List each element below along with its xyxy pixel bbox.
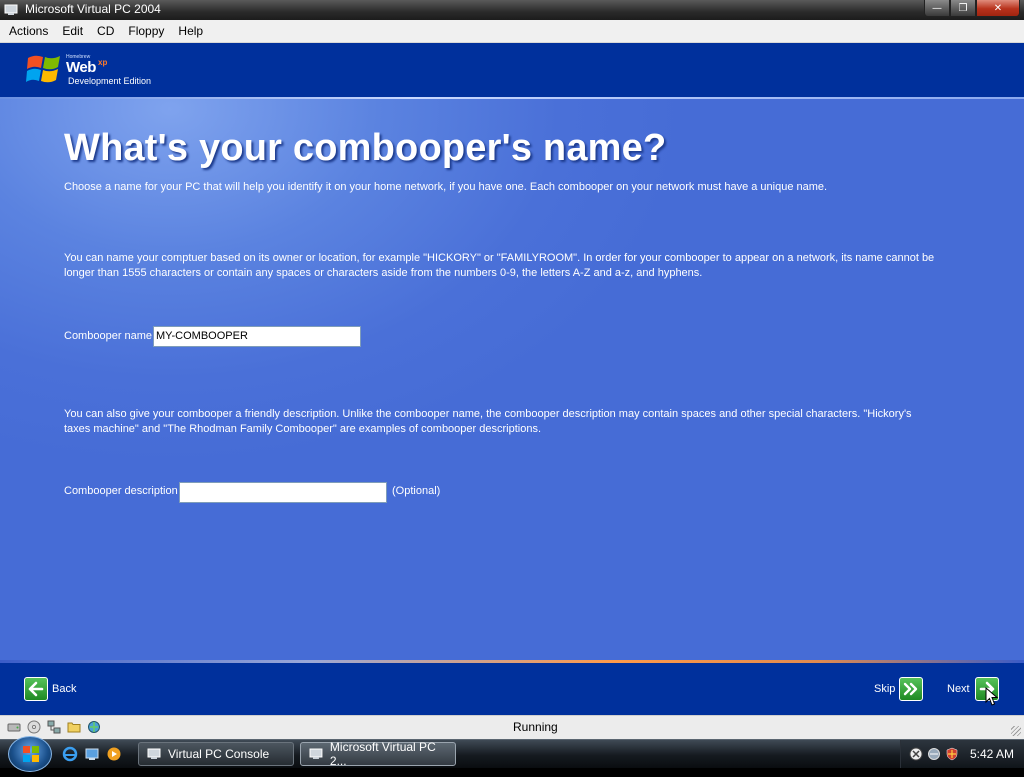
setup-content: What's your combooper's name? Choose a n… bbox=[0, 99, 1024, 660]
status-bar: Running bbox=[0, 715, 1024, 739]
security-shield-icon[interactable] bbox=[945, 747, 959, 761]
intro-paragraph: Choose a name for your PC that will help… bbox=[64, 181, 828, 193]
menu-edit[interactable]: Edit bbox=[55, 24, 90, 38]
naming-rules-paragraph: You can name your comptuer based on its … bbox=[64, 252, 935, 279]
network-icon[interactable] bbox=[46, 719, 62, 735]
logo-edition-text: Development Edition bbox=[68, 76, 152, 86]
network-tray-icon[interactable] bbox=[927, 747, 941, 761]
maximize-button[interactable]: ❐ bbox=[950, 0, 976, 17]
task-label: Virtual PC Console bbox=[168, 747, 270, 761]
media-player-icon[interactable] bbox=[106, 746, 122, 762]
windows-flag-icon bbox=[26, 55, 60, 83]
menu-help[interactable]: Help bbox=[171, 24, 210, 38]
menu-cd[interactable]: CD bbox=[90, 24, 121, 38]
menu-actions[interactable]: Actions bbox=[2, 24, 55, 38]
combooper-description-input[interactable] bbox=[179, 482, 387, 503]
virtual-pc-tray-icon[interactable] bbox=[909, 747, 923, 761]
combooper-name-input[interactable]: MY-COMBOOPER bbox=[153, 326, 361, 347]
skip-label[interactable]: Skip bbox=[874, 683, 895, 695]
resize-grip[interactable] bbox=[1011, 726, 1021, 736]
optional-note: (Optional) bbox=[392, 485, 441, 497]
setup-header: Homebrew Web xp Development Edition bbox=[0, 43, 1024, 97]
name-label: Combooper name bbox=[64, 330, 153, 342]
clock[interactable]: 5:42 AM bbox=[970, 747, 1014, 761]
description-paragraph: You can also give your combooper a frien… bbox=[64, 408, 912, 435]
cd-icon[interactable] bbox=[26, 719, 42, 735]
menu-bar: Actions Edit CD Floppy Help bbox=[0, 20, 1024, 43]
skip-arrows-icon bbox=[903, 682, 918, 696]
internet-explorer-icon[interactable] bbox=[62, 746, 78, 762]
virtual-pc-console-icon bbox=[147, 748, 161, 759]
logo-xp-text: xp bbox=[98, 58, 108, 67]
taskbar: Virtual PC Console Microsoft Virtual PC … bbox=[0, 736, 1024, 772]
skip-button[interactable] bbox=[899, 677, 923, 701]
shared-folder-icon[interactable] bbox=[86, 719, 102, 735]
windows-web-xp-logo: Homebrew Web xp Development Edition bbox=[26, 52, 156, 92]
show-desktop-icon[interactable] bbox=[84, 746, 100, 762]
task-virtual-pc-window[interactable]: Microsoft Virtual PC 2... bbox=[300, 740, 456, 768]
mouse-cursor-icon bbox=[985, 687, 999, 706]
next-label[interactable]: Next bbox=[947, 683, 970, 695]
task-virtual-pc-console[interactable]: Virtual PC Console bbox=[138, 742, 294, 766]
logo-web-text: Web bbox=[66, 59, 96, 76]
status-icons bbox=[6, 719, 102, 735]
virtual-pc-icon bbox=[4, 4, 18, 15]
vm-screen[interactable]: Homebrew Web xp Development Edition What… bbox=[0, 43, 1024, 715]
task-label: Microsoft Virtual PC 2... bbox=[329, 740, 436, 768]
description-label: Combooper description bbox=[64, 485, 178, 497]
folder-icon[interactable] bbox=[66, 719, 82, 735]
system-tray: 5:42 AM bbox=[900, 740, 1024, 768]
minimize-button[interactable]: — bbox=[924, 0, 950, 17]
back-arrow-icon bbox=[28, 681, 44, 697]
back-button[interactable] bbox=[24, 677, 48, 701]
back-label[interactable]: Back bbox=[52, 683, 76, 695]
virtual-pc-window-icon bbox=[309, 748, 323, 759]
close-button[interactable]: ✕ bbox=[976, 0, 1020, 17]
menu-floppy[interactable]: Floppy bbox=[121, 24, 171, 38]
setup-footer: Back Skip Next bbox=[0, 663, 1024, 715]
window-title: Microsoft Virtual PC 2004 bbox=[25, 2, 161, 16]
title-bar: Microsoft Virtual PC 2004 — ❐ ✕ bbox=[0, 0, 1024, 20]
start-button[interactable] bbox=[8, 736, 52, 772]
window-controls: — ❐ ✕ bbox=[924, 0, 1020, 17]
vm-status: Running bbox=[513, 720, 558, 734]
page-title: What's your combooper's name? bbox=[64, 127, 667, 169]
hard-disk-icon[interactable] bbox=[6, 719, 22, 735]
